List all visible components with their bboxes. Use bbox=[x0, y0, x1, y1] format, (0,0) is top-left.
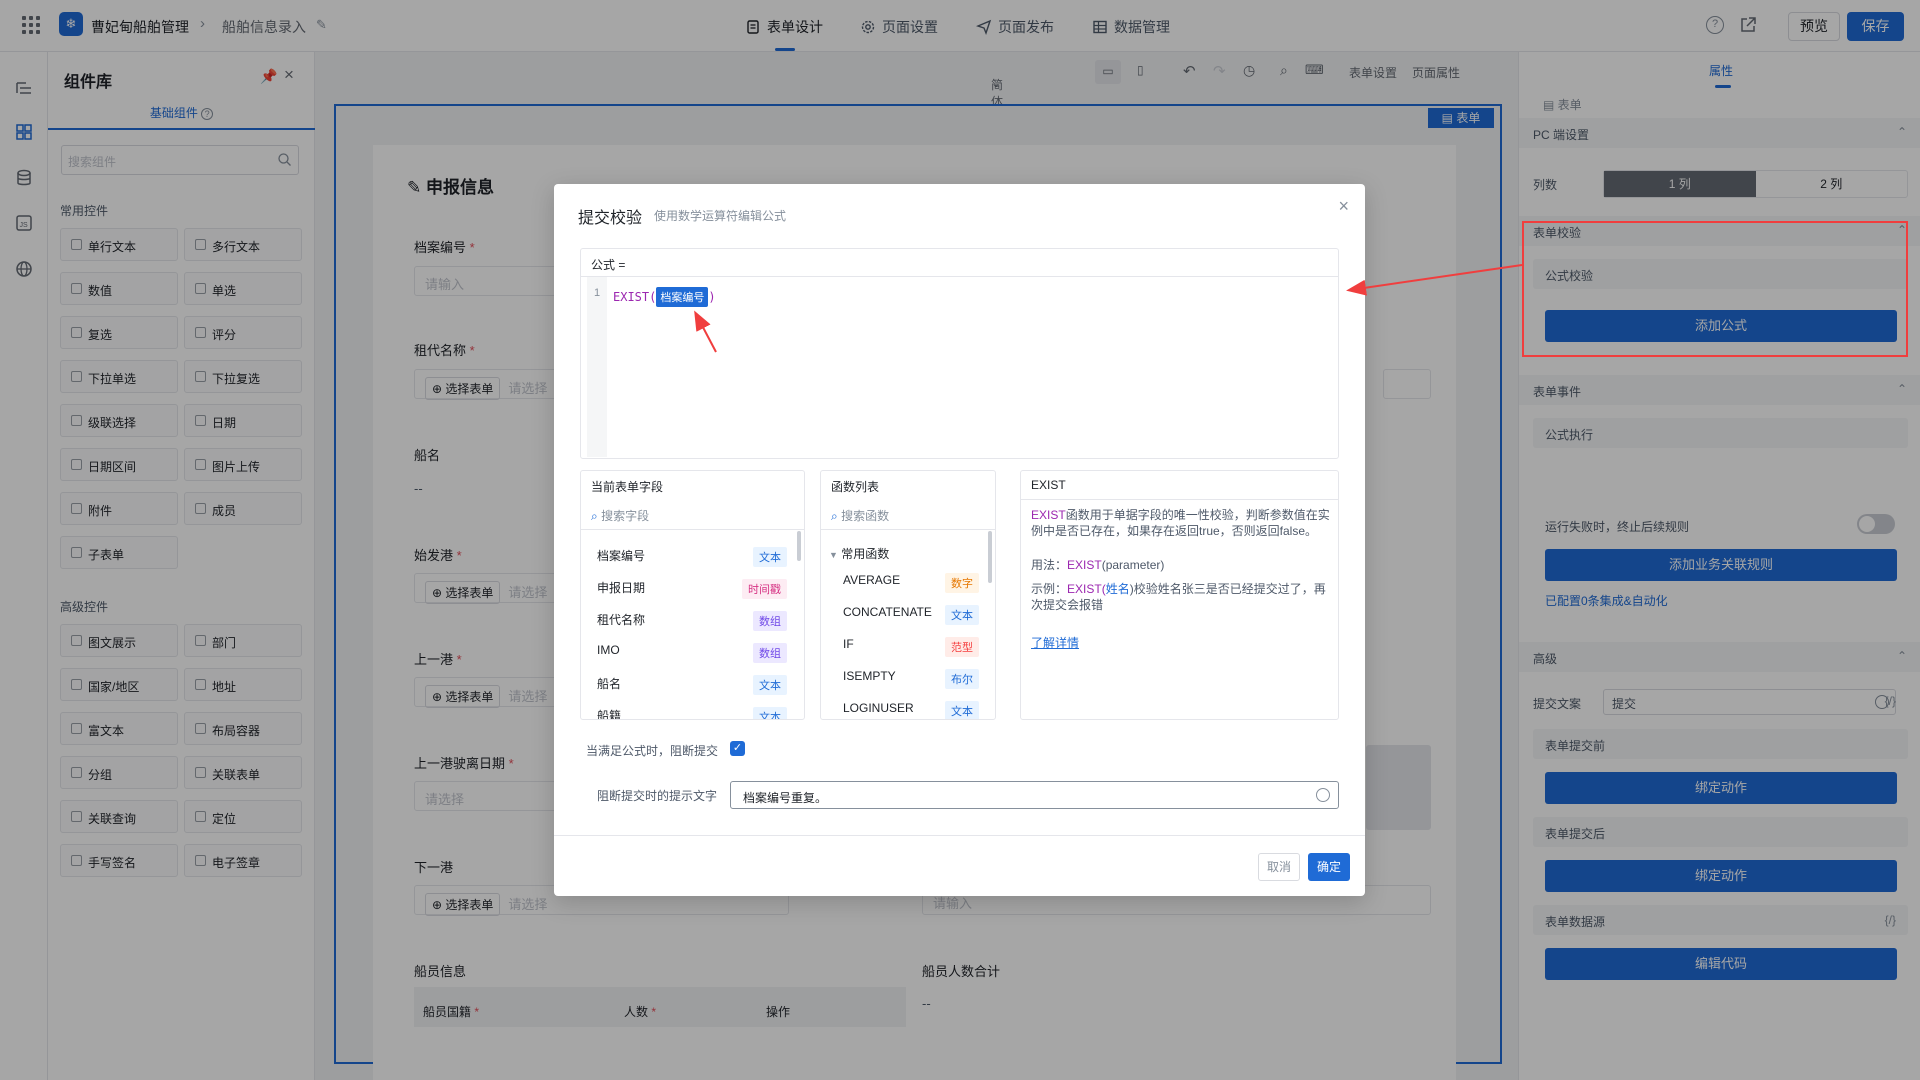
function-list-item[interactable]: AVERAGE 数字 bbox=[843, 573, 979, 593]
doc-usage-label: 用法： bbox=[1031, 558, 1068, 572]
dialog-title: 提交校验 bbox=[578, 210, 643, 227]
functions-panel: 函数列表 ⌕ 搜索函数 ▼ 常用函数 AVERAGE 数字 CONCATENATE 文… bbox=[820, 470, 996, 720]
cancel-button[interactable]: 取消 bbox=[1258, 853, 1300, 881]
submit-validation-dialog: 提交校验 使用数学运算符编辑公式 × 公式 = 1 EXIST(档案编号) 当前… bbox=[554, 184, 1365, 896]
code-function: EXIST( bbox=[613, 290, 657, 304]
field-name: 船名 bbox=[597, 677, 622, 691]
field-list-item[interactable]: 船籍 文本 bbox=[597, 707, 787, 720]
doc-fn-name: EXIST bbox=[1031, 508, 1066, 522]
formula-editor[interactable]: 公式 = 1 EXIST(档案编号) bbox=[580, 248, 1339, 459]
caret-down-icon: ▼ bbox=[829, 550, 838, 560]
block-tip-input[interactable]: 档案编号重复。 bbox=[730, 781, 1339, 809]
field-name: 船籍 bbox=[597, 709, 622, 720]
function-type-tag: 数字 bbox=[945, 573, 979, 593]
block-tip-value: 档案编号重复。 bbox=[743, 791, 828, 805]
line-number: 1 bbox=[587, 277, 607, 457]
doc-example: 示例：EXIST(姓名)校验姓名张三是否已经提交过了，再次提交会报错 bbox=[1031, 581, 1331, 613]
field-type-tag: 文本 bbox=[753, 707, 787, 719]
field-type-tag: 数组 bbox=[753, 611, 787, 631]
block-tip-label: 阻断提交时的提示文字 bbox=[597, 789, 718, 803]
divider bbox=[581, 529, 804, 530]
field-name: 租代名称 bbox=[597, 613, 646, 627]
function-search-placeholder: 搜索函数 bbox=[841, 509, 890, 523]
field-list-item[interactable]: IMO 数组 bbox=[597, 643, 787, 663]
code-field-chip[interactable]: 档案编号 bbox=[656, 287, 709, 307]
divider bbox=[821, 529, 995, 530]
function-list-item[interactable]: IF 范型 bbox=[843, 637, 979, 657]
functions-panel-title: 函数列表 bbox=[831, 480, 880, 494]
function-type-tag: 文本 bbox=[945, 605, 979, 625]
field-list-item[interactable]: 租代名称 数组 bbox=[597, 611, 787, 631]
field-name: 申报日期 bbox=[597, 581, 646, 595]
doc-desc-text: 函数用于单据字段的唯一性校验，判断参数值在实例中是否已存在，如果存在返回true… bbox=[1031, 508, 1330, 538]
function-name: IF bbox=[843, 637, 854, 651]
field-type-tag: 文本 bbox=[753, 675, 787, 695]
function-name: AVERAGE bbox=[843, 573, 901, 587]
block-submit-checkbox[interactable]: ✓ bbox=[730, 741, 745, 756]
field-list-item[interactable]: 船名 文本 bbox=[597, 675, 787, 695]
fields-panel: 当前表单字段 ⌕ 搜索字段 档案编号 文本 申报日期 时间戳 租代名称 数组 IMO 数组 船名… bbox=[580, 470, 805, 720]
globe-icon[interactable] bbox=[1316, 788, 1330, 802]
function-type-tag: 文本 bbox=[945, 701, 979, 719]
field-name: 档案编号 bbox=[597, 549, 646, 563]
footer-divider bbox=[554, 835, 1365, 836]
field-type-tag: 时间戳 bbox=[742, 579, 787, 599]
search-icon: ⌕ bbox=[591, 509, 598, 523]
function-list-item[interactable]: ISEMPTY 布尔 bbox=[843, 669, 979, 689]
scrollbar[interactable] bbox=[797, 531, 801, 561]
function-name: CONCATENATE bbox=[843, 605, 932, 619]
field-type-tag: 数组 bbox=[753, 643, 787, 663]
doc-title: EXIST bbox=[1031, 478, 1066, 492]
function-name: ISEMPTY bbox=[843, 669, 896, 683]
confirm-button[interactable]: 确定 bbox=[1308, 853, 1350, 881]
dialog-subtitle: 使用数学运算符编辑公式 bbox=[654, 209, 787, 223]
function-search-input[interactable]: ⌕ 搜索函数 bbox=[831, 507, 889, 524]
annotation-highlight-box bbox=[1522, 221, 1908, 357]
doc-example-label: 示例： bbox=[1031, 582, 1068, 596]
doc-link-row: 了解详情 bbox=[1031, 635, 1331, 651]
doc-example-field: 姓名 bbox=[1105, 582, 1130, 596]
doc-usage: 用法：EXIST(parameter) bbox=[1031, 557, 1331, 573]
function-group-header[interactable]: ▼ 常用函数 bbox=[829, 545, 995, 562]
function-list-item[interactable]: LOGINUSER 文本 bbox=[843, 701, 979, 719]
close-icon[interactable]: × bbox=[1338, 196, 1349, 217]
field-search-placeholder: 搜索字段 bbox=[601, 509, 650, 523]
function-group-label: 常用函数 bbox=[841, 547, 890, 561]
formula-label: 公式 = bbox=[581, 249, 1338, 277]
field-list-item[interactable]: 档案编号 文本 bbox=[597, 547, 787, 567]
doc-example-fn: EXIST( bbox=[1067, 582, 1106, 596]
function-name: LOGINUSER bbox=[843, 701, 914, 715]
formula-code[interactable]: EXIST(档案编号) bbox=[613, 287, 716, 307]
function-type-tag: 布尔 bbox=[945, 669, 979, 689]
search-icon: ⌕ bbox=[831, 509, 838, 523]
divider bbox=[1021, 499, 1338, 500]
fields-panel-title: 当前表单字段 bbox=[591, 480, 664, 494]
doc-usage-fn: EXIST bbox=[1067, 558, 1102, 572]
field-name: IMO bbox=[597, 643, 620, 657]
block-submit-label: 当满足公式时，阻断提交 bbox=[586, 744, 719, 758]
function-doc-panel: EXIST EXIST函数用于单据字段的唯一性校验，判断参数值在实例中是否已存在… bbox=[1020, 470, 1339, 720]
doc-usage-param: (parameter) bbox=[1101, 558, 1165, 572]
field-list-item[interactable]: 申报日期 时间戳 bbox=[597, 579, 787, 599]
doc-description: EXIST函数用于单据字段的唯一性校验，判断参数值在实例中是否已存在，如果存在返… bbox=[1031, 507, 1331, 539]
code-close-paren: ) bbox=[708, 290, 716, 304]
function-type-tag: 范型 bbox=[945, 637, 979, 657]
function-list-item[interactable]: CONCATENATE 文本 bbox=[843, 605, 979, 625]
field-search-input[interactable]: ⌕ 搜索字段 bbox=[591, 507, 649, 524]
field-type-tag: 文本 bbox=[753, 547, 787, 567]
learn-more-link[interactable]: 了解详情 bbox=[1031, 636, 1079, 650]
